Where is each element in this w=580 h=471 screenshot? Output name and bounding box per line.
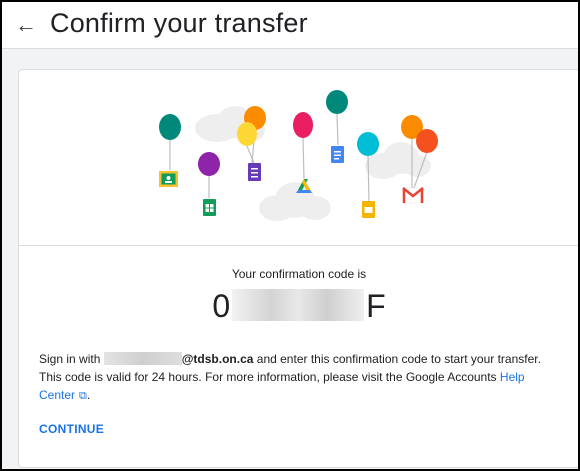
external-link-icon[interactable]: ⧉ bbox=[79, 390, 87, 402]
instructions-text: Sign in with @tdsb.on.ca and enter this … bbox=[39, 350, 559, 405]
slides-icon bbox=[362, 201, 375, 218]
balloon-icon bbox=[159, 114, 181, 140]
page-title: Confirm your transfer bbox=[50, 8, 308, 38]
header: ← Confirm your transfer bbox=[2, 2, 578, 49]
balloon-icon bbox=[357, 132, 379, 156]
help-link-part1[interactable]: Help bbox=[500, 370, 525, 384]
balloon-icon bbox=[198, 152, 220, 176]
balloon-icon bbox=[326, 90, 348, 114]
email-redaction bbox=[103, 352, 182, 365]
sheets-icon bbox=[203, 199, 216, 216]
code-end: F bbox=[366, 288, 386, 324]
balloons-illustration bbox=[159, 90, 438, 221]
docs-icon bbox=[331, 146, 344, 163]
cloud-icon bbox=[259, 182, 331, 221]
arrow-left-icon[interactable]: ← bbox=[14, 13, 38, 37]
classroom-icon bbox=[159, 171, 178, 187]
code-redaction bbox=[232, 289, 365, 321]
forms-icon bbox=[248, 163, 261, 181]
balloon-icon bbox=[416, 129, 438, 153]
email-domain: @tdsb.on.ca bbox=[181, 352, 254, 366]
illustration bbox=[19, 70, 578, 246]
confirmation-code: 0F bbox=[19, 288, 578, 328]
instructions-line2: This code is valid for 24 hours. For mor… bbox=[39, 370, 497, 384]
gmail-icon bbox=[402, 187, 424, 204]
transfer-card: Your confirmation code is 0F Sign in wit… bbox=[18, 69, 578, 468]
help-link-part2[interactable]: Center bbox=[39, 388, 75, 402]
sign-in-prefix: Sign in with bbox=[39, 352, 101, 366]
balloon-icon bbox=[293, 112, 313, 138]
app-frame: ← Confirm your transfer Your confirmatio… bbox=[0, 0, 580, 471]
balloon-icon bbox=[237, 122, 257, 146]
continue-button[interactable]: CONTINUE bbox=[39, 422, 104, 436]
period: . bbox=[86, 388, 91, 402]
instructions-line1: and enter this confirmation code to star… bbox=[256, 352, 541, 366]
confirmation-code-label: Your confirmation code is bbox=[231, 267, 367, 281]
code-start: 0 bbox=[212, 288, 231, 324]
